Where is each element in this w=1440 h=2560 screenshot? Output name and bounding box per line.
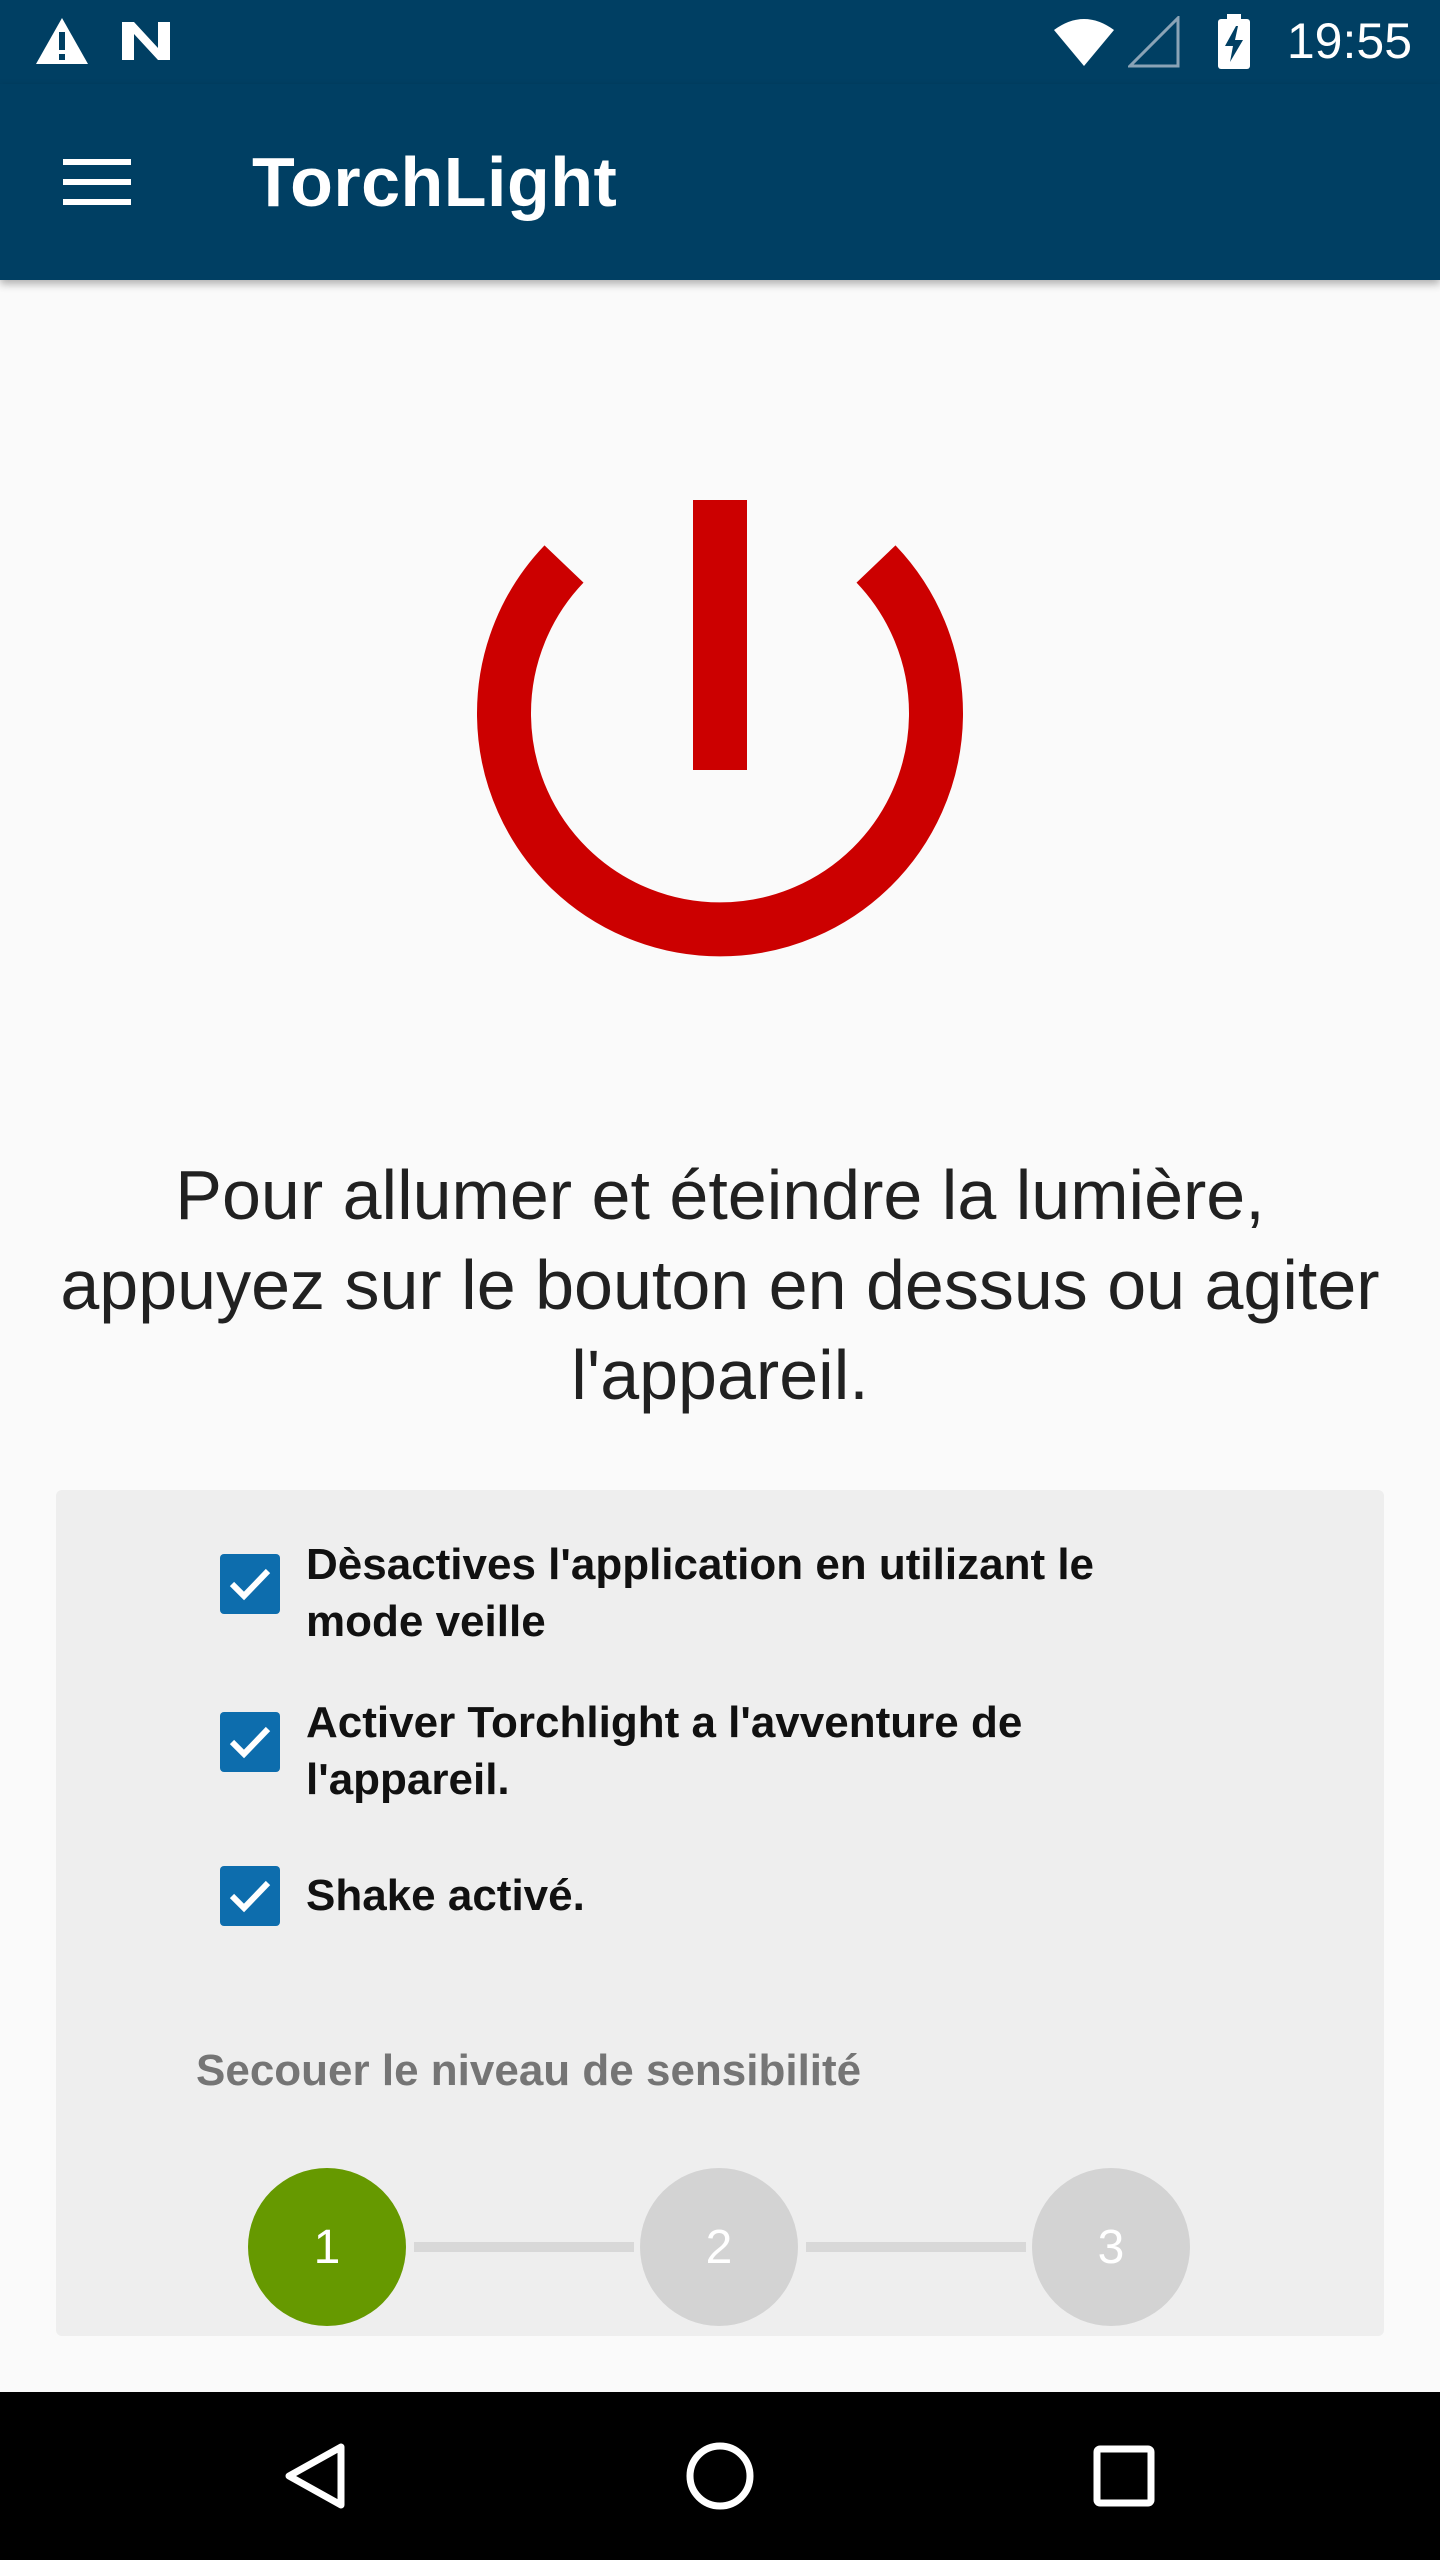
power-button[interactable] (470, 490, 970, 990)
sensitivity-step-1[interactable]: 1 (248, 2168, 406, 2326)
app-bar: TorchLight (0, 84, 1440, 280)
recents-button[interactable] (1074, 2426, 1174, 2526)
back-button[interactable] (266, 2426, 366, 2526)
check-icon (229, 1880, 271, 1913)
option-sleep-mode[interactable]: Dèsactives l'application en utilizant le… (220, 1536, 1220, 1650)
status-time: 19:55 (1286, 13, 1412, 69)
home-icon (686, 2442, 754, 2510)
option-label-sleep-mode: Dèsactives l'application en utilizant le… (306, 1540, 1095, 1646)
sensitivity-label: Secouer le niveau de sensibilité (196, 2046, 862, 2095)
menu-button[interactable] (36, 134, 158, 234)
stepper-connector-1-2 (414, 2242, 634, 2252)
checkbox-sleep-mode[interactable] (220, 1554, 280, 1614)
settings-card: Dèsactives l'application en utilizant le… (56, 1490, 1384, 2336)
wifi-icon (1052, 16, 1116, 72)
cell-signal-icon (1126, 14, 1180, 72)
option-shake[interactable]: Shake activé. (220, 1866, 1220, 1926)
sensitivity-step-3[interactable]: 3 (1032, 2168, 1190, 2326)
option-label-shake: Shake activé. (306, 1871, 585, 1920)
option-label-startup: Activer Torchlight a l'avventure de l'ap… (306, 1698, 1023, 1804)
checkbox-shake[interactable] (220, 1866, 280, 1926)
navigation-bar (0, 2392, 1440, 2560)
hamburger-menu-icon (63, 157, 131, 211)
recents-icon (1093, 2445, 1155, 2507)
app-title: TorchLight (252, 143, 618, 221)
status-bar: 19:55 (0, 0, 1440, 84)
sensitivity-step-2[interactable]: 2 (640, 2168, 798, 2326)
check-icon (229, 1726, 271, 1759)
n-notification-icon (118, 18, 174, 68)
check-icon (229, 1568, 271, 1601)
battery-charging-icon (1216, 14, 1252, 74)
power-icon (477, 500, 963, 957)
checkbox-startup[interactable] (220, 1712, 280, 1772)
back-icon (285, 2443, 345, 2509)
instructions-text: Pour allumer et éteindre la lumière, app… (60, 1156, 1380, 1414)
stepper-connector-2-3 (806, 2242, 1026, 2252)
warning-icon (34, 16, 90, 70)
option-startup[interactable]: Activer Torchlight a l'avventure de l'ap… (220, 1694, 1220, 1808)
home-button[interactable] (670, 2426, 770, 2526)
